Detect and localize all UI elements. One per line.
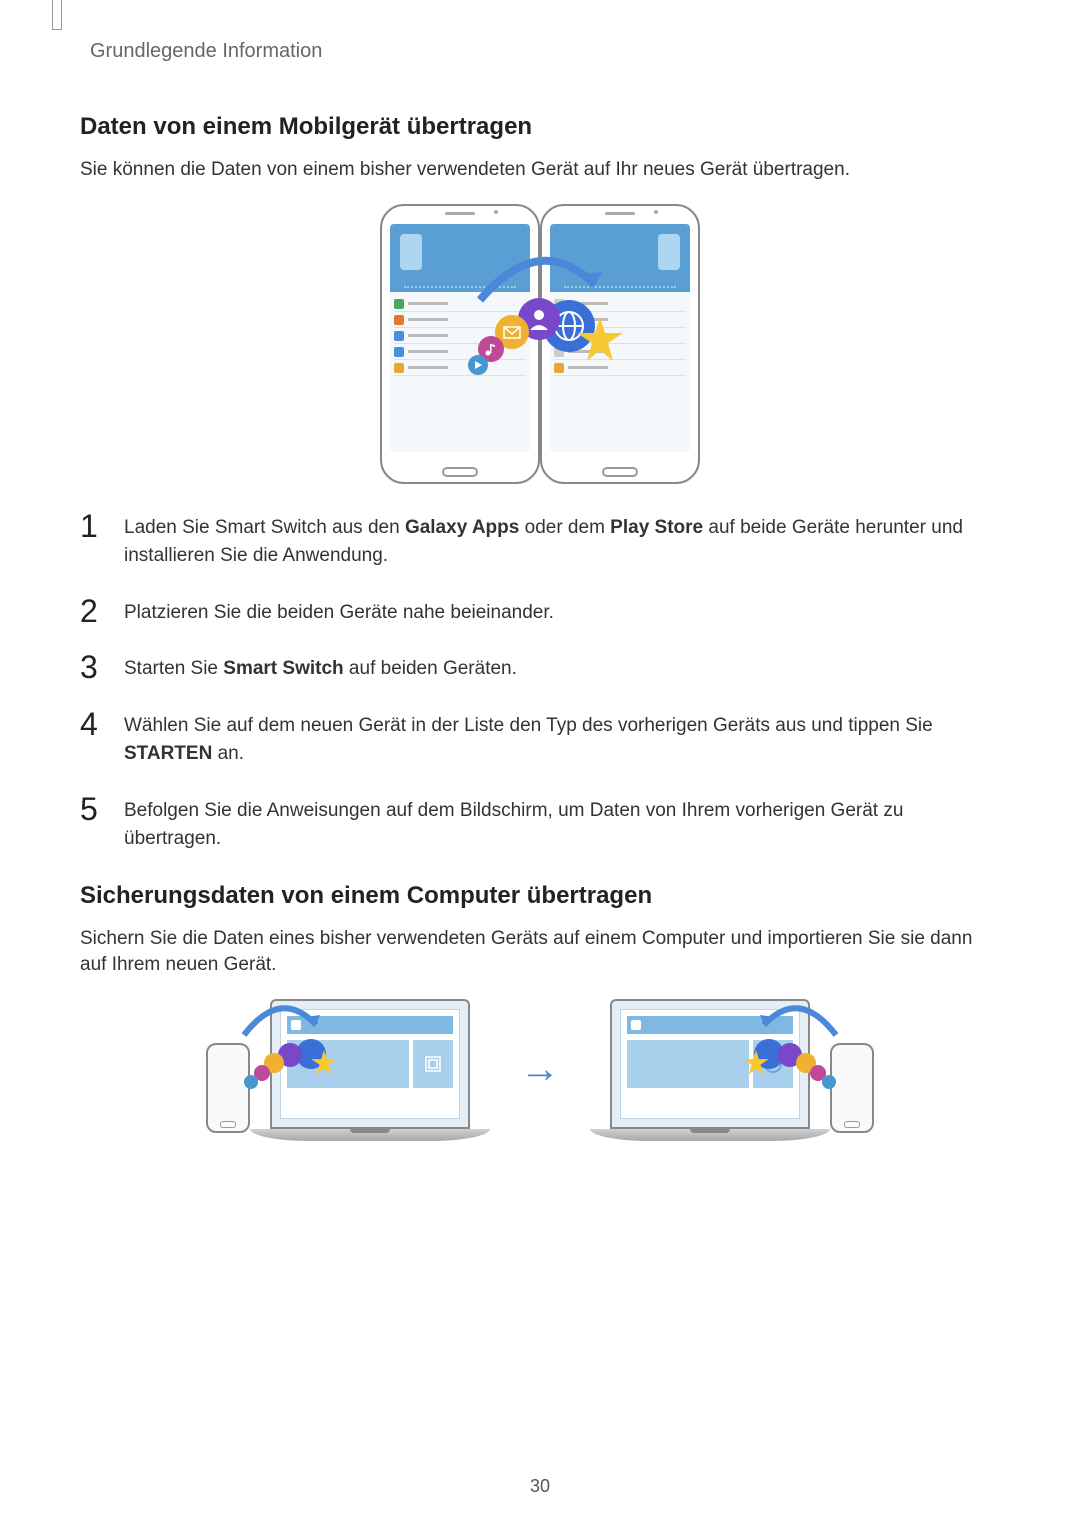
step-text: Starten Sie Smart Switch auf beiden Gerä… [124, 655, 1000, 684]
step-number: 4 [80, 708, 104, 740]
transfer-icons-cluster [460, 280, 620, 380]
page-number: 30 [530, 1476, 550, 1497]
restore-group [590, 999, 874, 1141]
section-heading-2: Sicherungsdaten von einem Computer übert… [80, 882, 1000, 910]
transfer-icons-small [744, 1019, 844, 1089]
step-item: 1 Laden Sie Smart Switch aus den Galaxy … [80, 514, 1000, 571]
section-heading-1: Daten von einem Mobilgerät übertragen [80, 113, 1000, 141]
step-number: 5 [80, 793, 104, 825]
step-number: 2 [80, 595, 104, 627]
step-item: 3 Starten Sie Smart Switch auf beiden Ge… [80, 655, 1000, 684]
breadcrumb: Grundlegende Information [90, 40, 1000, 63]
section-intro-2: Sichern Sie die Daten eines bisher verwe… [80, 926, 1000, 979]
step-item: 2 Platzieren Sie die beiden Geräte nahe … [80, 599, 1000, 628]
phone-transfer-illustration [80, 204, 1000, 484]
transfer-icons-small [236, 1019, 336, 1089]
laptop-transfer-illustration: → [80, 999, 1000, 1141]
step-item: 5 Befolgen Sie die Anweisungen auf dem B… [80, 797, 1000, 854]
arrow-right-icon: → [520, 1047, 560, 1092]
play-icon [468, 355, 488, 375]
steps-list: 1 Laden Sie Smart Switch aus den Galaxy … [80, 514, 1000, 854]
step-text: Wählen Sie auf dem neuen Gerät in der Li… [124, 712, 1000, 769]
step-text: Laden Sie Smart Switch aus den Galaxy Ap… [124, 514, 1000, 571]
step-number: 3 [80, 651, 104, 683]
star-icon [575, 315, 625, 365]
step-number: 1 [80, 510, 104, 542]
step-item: 4 Wählen Sie auf dem neuen Gerät in der … [80, 712, 1000, 769]
section-intro-1: Sie können die Daten von einem bisher ve… [80, 157, 1000, 184]
backup-group [206, 999, 490, 1141]
step-text: Platzieren Sie die beiden Geräte nahe be… [124, 599, 1000, 628]
step-text: Befolgen Sie die Anweisungen auf dem Bil… [124, 797, 1000, 854]
